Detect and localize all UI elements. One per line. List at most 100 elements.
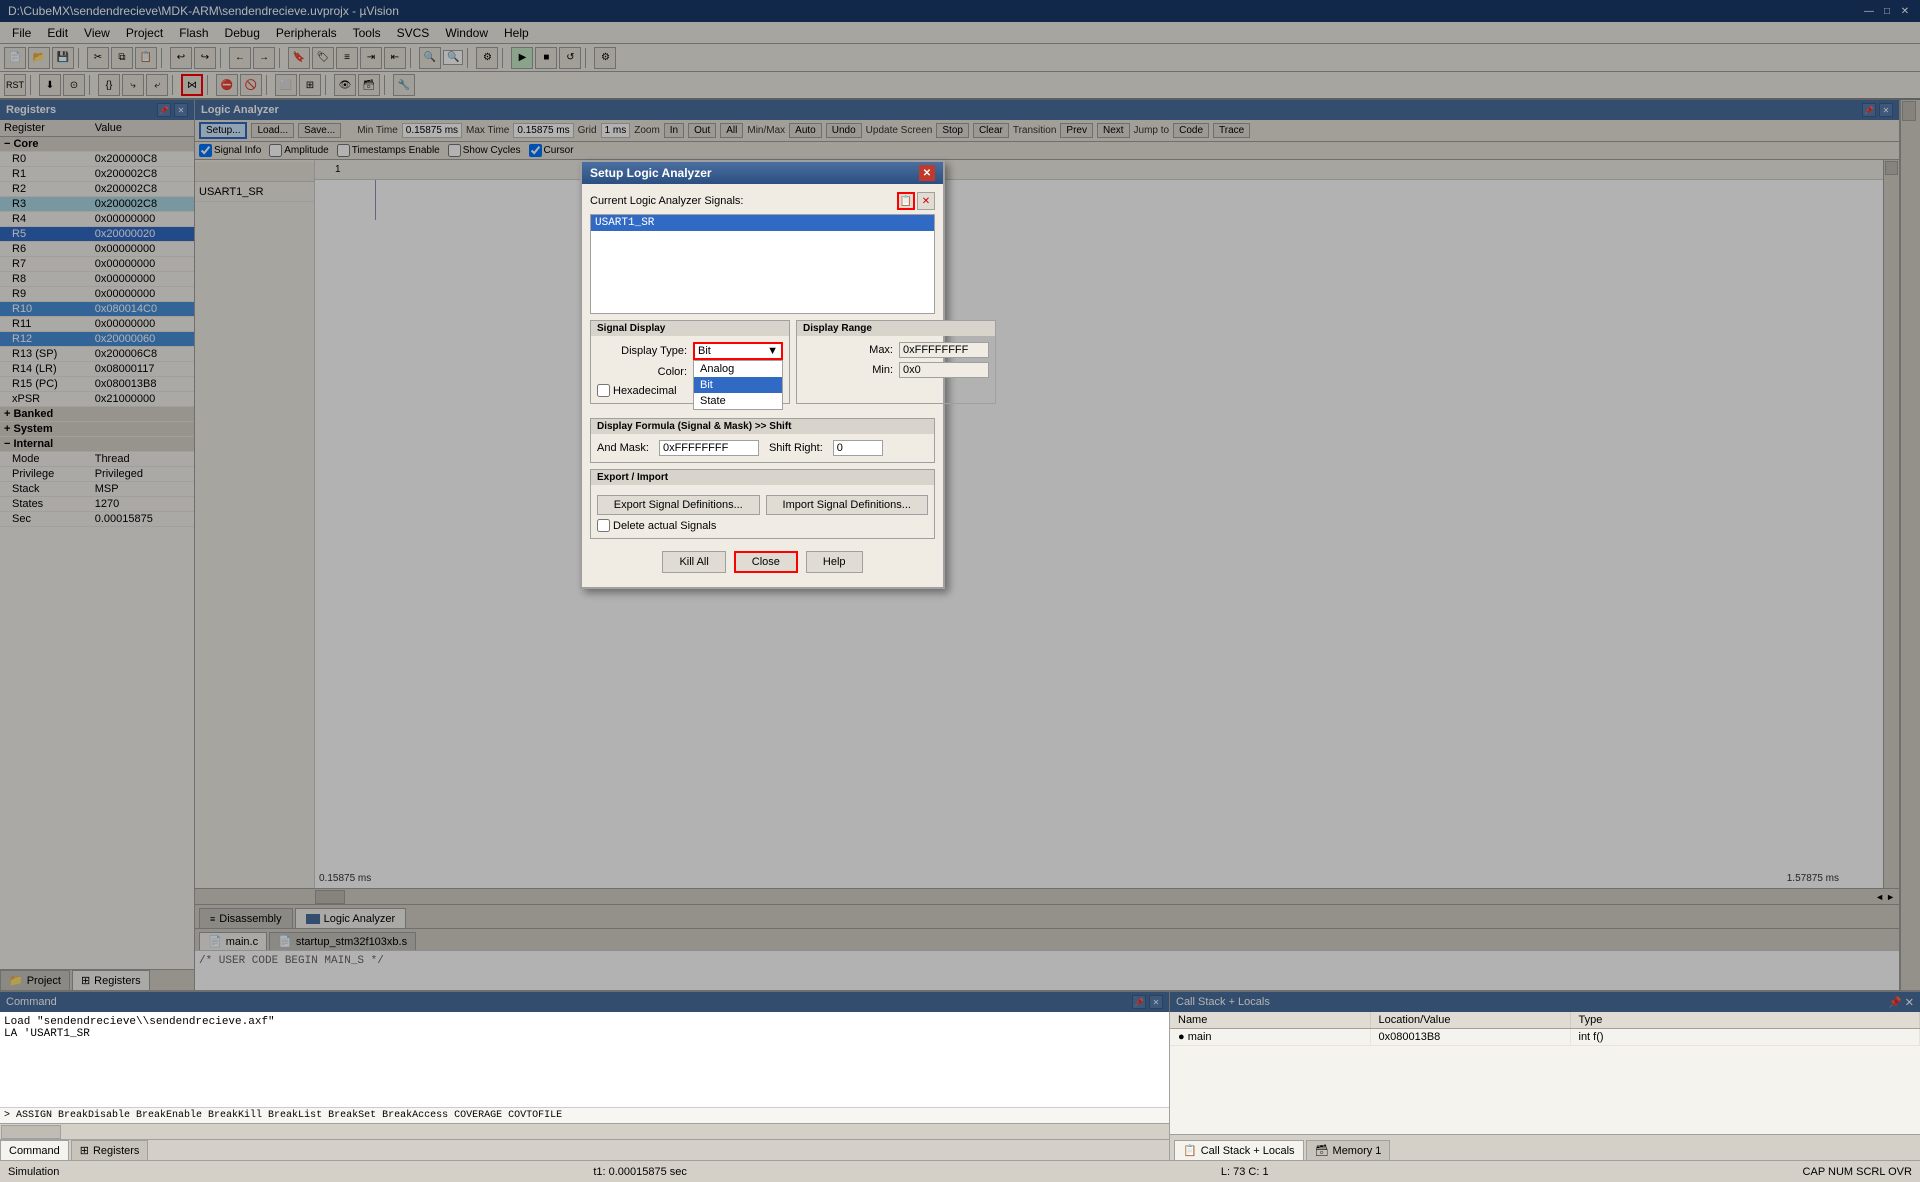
registers-bottom-tab-icon: ⊞ <box>80 1144 89 1157</box>
command-panel: Command 📌 ✕ Load "sendendrecieve\\senden… <box>0 992 1170 1160</box>
display-range-body: Max: Min: <box>797 336 995 388</box>
prompt-text: ASSIGN BreakDisable BreakEnable BreakKil… <box>16 1110 562 1121</box>
display-type-select[interactable]: Bit ▼ <box>693 342 783 360</box>
hexadecimal-label: Hexadecimal <box>613 385 677 397</box>
command-prompt-line: > ASSIGN BreakDisable BreakEnable BreakK… <box>0 1107 1169 1123</box>
status-position: L: 73 C: 1 <box>1221 1166 1269 1178</box>
formula-section: Display Formula (Signal & Mask) >> Shift… <box>590 418 935 463</box>
command-line-1: Load "sendendrecieve\\sendendrecieve.axf… <box>4 1016 1165 1028</box>
add-signal-btn[interactable]: 📋 <box>897 192 915 210</box>
display-type-value: Bit <box>698 345 711 357</box>
callstack-scroll[interactable]: Name Location/Value Type ● main 0x080013… <box>1170 1012 1920 1134</box>
dialog-title-bar: Setup Logic Analyzer ✕ <box>582 162 943 184</box>
status-mode: CAP NUM SCRL OVR <box>1803 1166 1912 1178</box>
callstack-name-main: ● main <box>1170 1029 1370 1046</box>
callstack-col-type: Type <box>1570 1012 1920 1029</box>
display-type-dropdown-container: Bit ▼ Analog Bit State <box>693 342 783 360</box>
signals-header: Current Logic Analyzer Signals: 📋 ✕ <box>590 192 935 210</box>
callstack-col-name: Name <box>1170 1012 1370 1029</box>
min-input[interactable] <box>899 362 989 378</box>
signals-label: Current Logic Analyzer Signals: <box>590 195 743 207</box>
callstack-row-main: ● main 0x080013B8 int f() <box>1170 1029 1920 1046</box>
command-hscroll[interactable] <box>0 1123 1169 1139</box>
callstack-tab-icon: 📋 <box>1183 1144 1197 1157</box>
formula-row: And Mask: Shift Right: <box>597 440 928 456</box>
dialog-close-btn[interactable]: ✕ <box>919 165 935 181</box>
option-bit[interactable]: Bit <box>694 377 782 393</box>
status-time: t1: 0.00015875 sec <box>593 1166 687 1178</box>
signal-display-body: Display Type: Bit ▼ Analog Bit <box>591 336 789 403</box>
callstack-tab-label: Call Stack + Locals <box>1201 1145 1295 1157</box>
delete-signals-checkbox[interactable] <box>597 519 610 532</box>
callstack-location-main: 0x080013B8 <box>1370 1029 1570 1046</box>
registers-bottom-tab[interactable]: ⊞ Registers <box>71 1140 149 1160</box>
command-scroll-thumb[interactable] <box>1 1125 61 1139</box>
max-row: Max: <box>803 342 989 358</box>
display-type-options: Analog Bit State <box>693 360 783 410</box>
help-btn[interactable]: Help <box>806 551 863 573</box>
status-bar: Simulation t1: 0.00015875 sec L: 73 C: 1… <box>0 1160 1920 1182</box>
display-type-label: Display Type: <box>597 345 687 357</box>
command-line-2: LA 'USART1_SR <box>4 1028 1165 1040</box>
min-label: Min: <box>803 364 893 376</box>
hexadecimal-checkbox[interactable] <box>597 384 610 397</box>
memory1-tab-icon: 🗃 <box>1315 1144 1329 1157</box>
command-tab-label: Command <box>9 1145 60 1157</box>
export-import-body: Export Signal Definitions... Import Sign… <box>591 485 934 538</box>
min-row: Min: <box>803 362 989 378</box>
memory1-tab-label: Memory 1 <box>1333 1145 1382 1157</box>
and-mask-input[interactable] <box>659 440 759 456</box>
export-import-buttons: Export Signal Definitions... Import Sign… <box>597 495 928 515</box>
registers-bottom-tab-label: Registers <box>93 1145 139 1157</box>
bottom-section: Command 📌 ✕ Load "sendendrecieve\\senden… <box>0 990 1920 1160</box>
kill-all-btn[interactable]: Kill All <box>662 551 725 573</box>
callstack-panel: Call Stack + Locals 📌 ✕ Name Location/Va… <box>1170 992 1920 1160</box>
display-row: Signal Display Display Type: Bit ▼ <box>590 320 935 412</box>
display-type-row: Display Type: Bit ▼ Analog Bit <box>597 342 783 360</box>
signal-display-section: Signal Display Display Type: Bit ▼ <box>590 320 790 404</box>
current-signals-section: Current Logic Analyzer Signals: 📋 ✕ USAR… <box>590 192 935 314</box>
callstack-tab[interactable]: 📋 Call Stack + Locals <box>1174 1140 1304 1160</box>
display-range-section: Display Range Max: Min: <box>796 320 996 404</box>
dropdown-arrow-icon: ▼ <box>767 345 778 357</box>
color-label: Color: <box>597 366 687 378</box>
command-output: Load "sendendrecieve\\sendendrecieve.axf… <box>0 1012 1169 1107</box>
status-simulation: Simulation <box>8 1166 59 1178</box>
dialog-title-text: Setup Logic Analyzer <box>590 166 712 180</box>
close-btn[interactable]: Close <box>734 551 798 573</box>
formula-title: Display Formula (Signal & Mask) >> Shift <box>591 419 934 434</box>
memory1-tab[interactable]: 🗃 Memory 1 <box>1306 1140 1391 1160</box>
max-label: Max: <box>803 344 893 356</box>
command-bottom-tabs: Command ⊞ Registers <box>0 1139 1169 1160</box>
signals-icons: 📋 ✕ <box>897 192 935 210</box>
shift-right-input[interactable] <box>833 440 883 456</box>
command-tab[interactable]: Command <box>0 1140 69 1160</box>
max-input[interactable] <box>899 342 989 358</box>
signal-display-title: Signal Display <box>591 321 789 336</box>
callstack-bottom-tabs: 📋 Call Stack + Locals 🗃 Memory 1 <box>1170 1134 1920 1160</box>
display-range-title: Display Range <box>797 321 995 336</box>
export-btn[interactable]: Export Signal Definitions... <box>597 495 760 515</box>
remove-signal-btn[interactable]: ✕ <box>917 192 935 210</box>
callstack-col-location: Location/Value <box>1370 1012 1570 1029</box>
dialog-buttons: Kill All Close Help <box>590 545 935 579</box>
option-state[interactable]: State <box>694 393 782 409</box>
callstack-table: Name Location/Value Type ● main 0x080013… <box>1170 1012 1920 1046</box>
option-analog[interactable]: Analog <box>694 361 782 377</box>
delete-signals-row: Delete actual Signals <box>597 519 928 532</box>
prompt-symbol: > <box>4 1110 16 1121</box>
delete-signals-label: Delete actual Signals <box>613 520 716 532</box>
setup-dialog: Setup Logic Analyzer ✕ Current Logic Ana… <box>580 160 945 589</box>
signal-list: USART1_SR <box>590 214 935 314</box>
import-btn[interactable]: Import Signal Definitions... <box>766 495 929 515</box>
shift-right-label: Shift Right: <box>769 442 823 454</box>
command-scroll-area: > ASSIGN BreakDisable BreakEnable BreakK… <box>0 1107 1169 1123</box>
signal-item-usart1sr[interactable]: USART1_SR <box>591 215 934 231</box>
modal-overlay[interactable]: Setup Logic Analyzer ✕ Current Logic Ana… <box>0 0 1920 1012</box>
export-import-title: Export / Import <box>591 470 934 485</box>
and-mask-label: And Mask: <box>597 442 649 454</box>
formula-body: And Mask: Shift Right: <box>591 434 934 462</box>
dialog-body: Current Logic Analyzer Signals: 📋 ✕ USAR… <box>582 184 943 587</box>
export-import-section: Export / Import Export Signal Definition… <box>590 469 935 539</box>
callstack-type-main: int f() <box>1570 1029 1920 1046</box>
